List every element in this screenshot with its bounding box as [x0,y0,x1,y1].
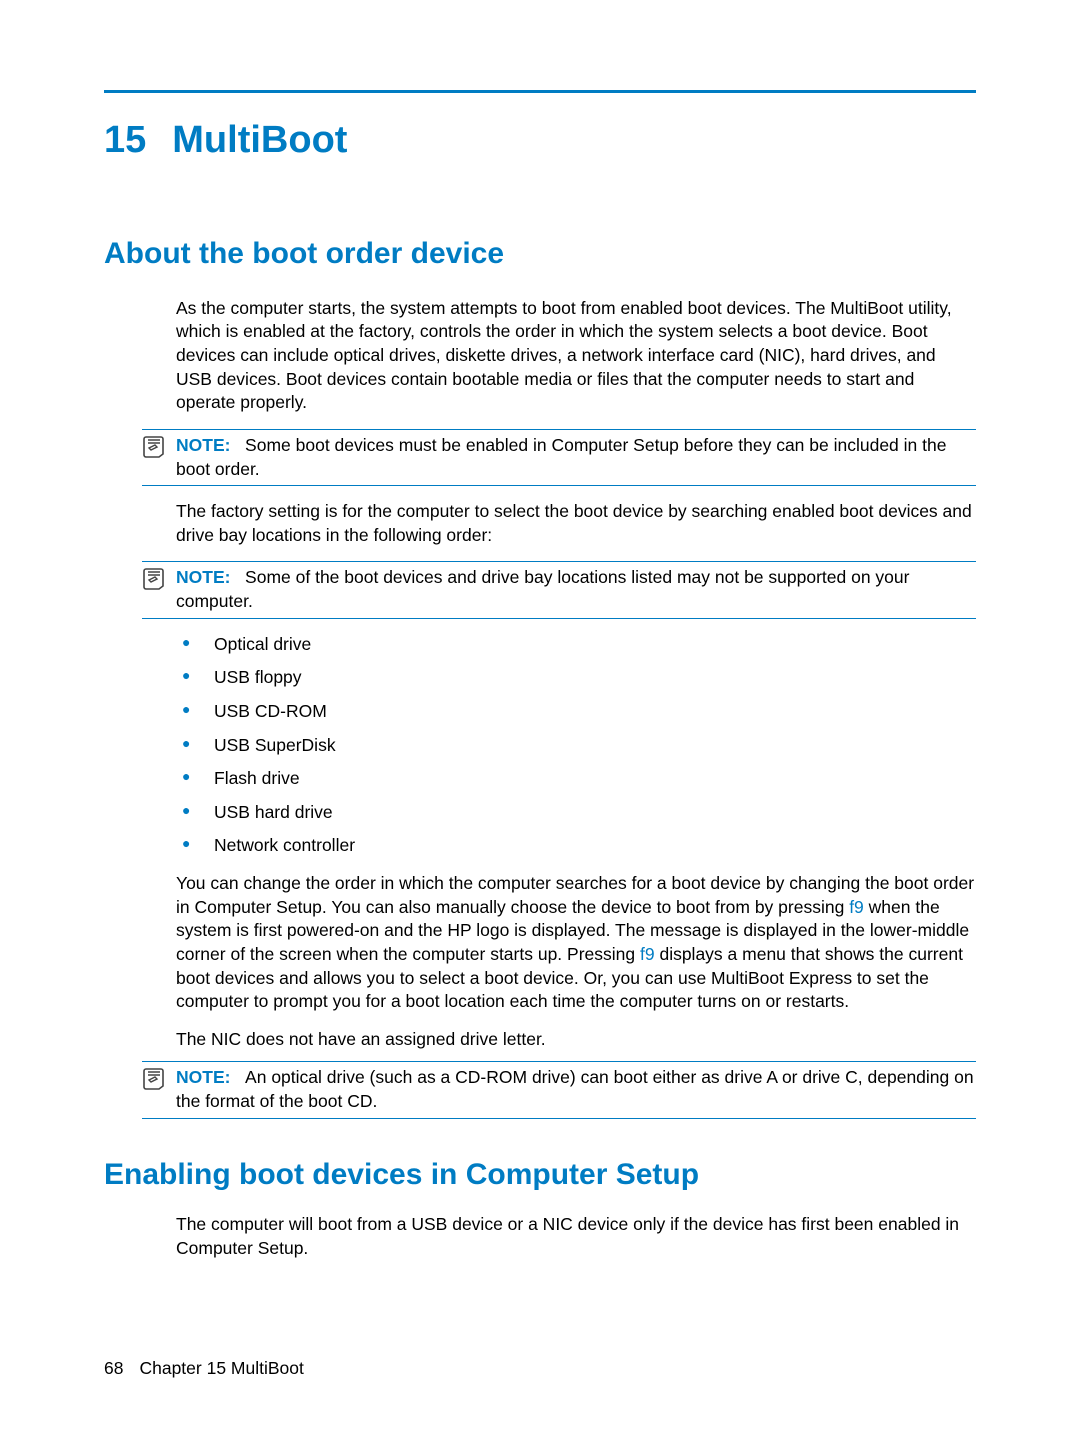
page-number: 68 [104,1357,123,1381]
note-icon [142,566,176,597]
note-body: Some boot devices must be enabled in Com… [176,435,946,479]
note-not-supported: NOTE: Some of the boot devices and drive… [142,561,976,618]
top-rule [104,90,976,93]
note-rule-top [142,1061,976,1062]
chapter-heading: 15 MultiBoot [104,115,976,166]
note-label: NOTE: [176,435,230,455]
list-item: Flash drive [176,767,976,791]
footer-text: Chapter 15 MultiBoot [139,1358,303,1378]
boot-order-list: Optical drive USB floppy USB CD-ROM USB … [176,633,976,858]
list-item: Network controller [176,834,976,858]
f9-key: f9 [640,944,655,964]
list-item: USB hard drive [176,801,976,825]
chapter-number: 15 [104,115,146,166]
note-label: NOTE: [176,567,230,587]
note-rule-top [142,429,976,430]
para-nic-letter: The NIC does not have an assigned drive … [176,1028,976,1052]
note-rule-bottom [142,1118,976,1119]
note-label: NOTE: [176,1067,230,1087]
chapter-title: MultiBoot [172,119,347,161]
note-enable-devices: NOTE: Some boot devices must be enabled … [142,429,976,486]
section-about-boot-order: About the boot order device [104,234,976,275]
note-rule-top [142,561,976,562]
note-text: NOTE: Some of the boot devices and drive… [176,566,976,613]
note-rule-bottom [142,485,976,486]
note-text: NOTE: Some boot devices must be enabled … [176,434,976,481]
note-text: NOTE: An optical drive (such as a CD-ROM… [176,1066,976,1113]
para-change-order: You can change the order in which the co… [176,872,976,1014]
note-optical-drive: NOTE: An optical drive (such as a CD-ROM… [142,1061,976,1118]
note-icon [142,1066,176,1097]
para-enable-devices: The computer will boot from a USB device… [176,1213,976,1260]
list-item: USB floppy [176,666,976,690]
f9-key: f9 [849,897,864,917]
para-intro: As the computer starts, the system attem… [176,297,976,415]
para-factory-setting: The factory setting is for the computer … [176,500,976,547]
note-body: Some of the boot devices and drive bay l… [176,567,909,611]
page-footer: 68 Chapter 15 MultiBoot [104,1357,304,1381]
list-item: Optical drive [176,633,976,657]
section-enabling-boot-devices: Enabling boot devices in Computer Setup [104,1155,976,1196]
note-rule-bottom [142,618,976,619]
note-body: An optical drive (such as a CD-ROM drive… [176,1067,974,1111]
list-item: USB CD-ROM [176,700,976,724]
note-icon [142,434,176,465]
list-item: USB SuperDisk [176,734,976,758]
